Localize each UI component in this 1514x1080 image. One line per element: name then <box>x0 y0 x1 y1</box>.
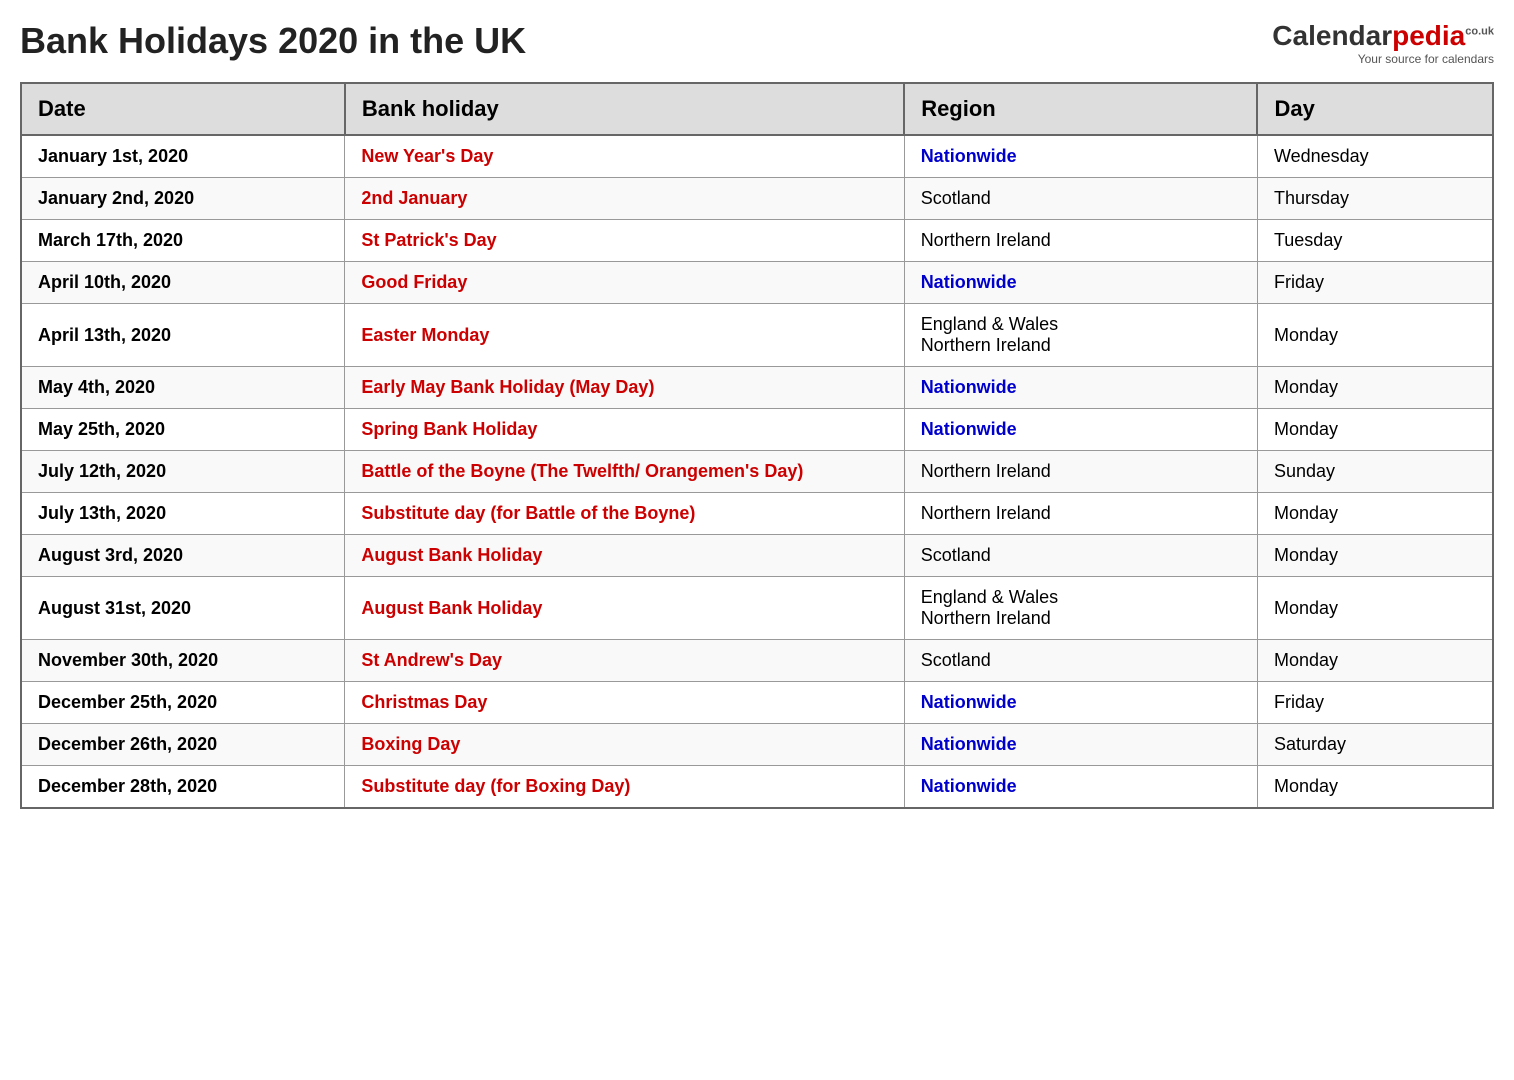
day-cell: Monday <box>1257 304 1493 367</box>
date-cell: January 2nd, 2020 <box>21 178 345 220</box>
table-row: March 17th, 2020St Patrick's DayNorthern… <box>21 220 1493 262</box>
date-cell: December 26th, 2020 <box>21 724 345 766</box>
date-cell: January 1st, 2020 <box>21 135 345 178</box>
region-cell: Nationwide <box>904 367 1257 409</box>
holiday-cell: Early May Bank Holiday (May Day) <box>345 367 904 409</box>
table-row: July 13th, 2020Substitute day (for Battl… <box>21 493 1493 535</box>
region-cell: Northern Ireland <box>904 451 1257 493</box>
table-row: November 30th, 2020St Andrew's DayScotla… <box>21 640 1493 682</box>
holiday-cell: Substitute day (for Boxing Day) <box>345 766 904 809</box>
holiday-cell: St Patrick's Day <box>345 220 904 262</box>
holiday-cell: Battle of the Boyne (The Twelfth/ Orange… <box>345 451 904 493</box>
day-cell: Friday <box>1257 262 1493 304</box>
day-cell: Monday <box>1257 766 1493 809</box>
day-cell: Monday <box>1257 367 1493 409</box>
date-cell: November 30th, 2020 <box>21 640 345 682</box>
date-cell: July 13th, 2020 <box>21 493 345 535</box>
day-cell: Saturday <box>1257 724 1493 766</box>
day-cell: Monday <box>1257 577 1493 640</box>
holidays-table: Date Bank holiday Region Day January 1st… <box>20 82 1494 809</box>
region-cell: Scotland <box>904 640 1257 682</box>
day-cell: Monday <box>1257 640 1493 682</box>
region-cell: Nationwide <box>904 409 1257 451</box>
day-cell: Monday <box>1257 535 1493 577</box>
table-row: January 1st, 2020New Year's DayNationwid… <box>21 135 1493 178</box>
logo-tld: co.uk <box>1465 26 1494 38</box>
date-cell: May 4th, 2020 <box>21 367 345 409</box>
header: Bank Holidays 2020 in the UK Calendarped… <box>20 20 1494 66</box>
date-cell: April 13th, 2020 <box>21 304 345 367</box>
holiday-cell: 2nd January <box>345 178 904 220</box>
date-cell: March 17th, 2020 <box>21 220 345 262</box>
day-cell: Sunday <box>1257 451 1493 493</box>
region-cell: Northern Ireland <box>904 220 1257 262</box>
col-header-day: Day <box>1257 83 1493 135</box>
table-row: December 25th, 2020Christmas DayNationwi… <box>21 682 1493 724</box>
table-row: December 26th, 2020Boxing DayNationwideS… <box>21 724 1493 766</box>
col-header-date: Date <box>21 83 345 135</box>
region-cell: Nationwide <box>904 135 1257 178</box>
date-cell: December 25th, 2020 <box>21 682 345 724</box>
day-cell: Tuesday <box>1257 220 1493 262</box>
table-row: July 12th, 2020Battle of the Boyne (The … <box>21 451 1493 493</box>
date-cell: July 12th, 2020 <box>21 451 345 493</box>
holiday-cell: August Bank Holiday <box>345 577 904 640</box>
region-cell: Nationwide <box>904 766 1257 809</box>
region-cell: Nationwide <box>904 724 1257 766</box>
day-cell: Monday <box>1257 493 1493 535</box>
holiday-cell: Easter Monday <box>345 304 904 367</box>
table-row: May 4th, 2020Early May Bank Holiday (May… <box>21 367 1493 409</box>
col-header-region: Region <box>904 83 1257 135</box>
holiday-cell: Good Friday <box>345 262 904 304</box>
table-row: April 13th, 2020Easter MondayEngland & W… <box>21 304 1493 367</box>
day-cell: Friday <box>1257 682 1493 724</box>
region-cell: Scotland <box>904 178 1257 220</box>
region-cell: Nationwide <box>904 682 1257 724</box>
region-cell: Scotland <box>904 535 1257 577</box>
day-cell: Thursday <box>1257 178 1493 220</box>
logo-text: Calendarpediaco.uk <box>1272 20 1494 52</box>
holiday-cell: Boxing Day <box>345 724 904 766</box>
logo-highlight: pedia <box>1392 20 1465 51</box>
table-row: December 28th, 2020Substitute day (for B… <box>21 766 1493 809</box>
date-cell: August 31st, 2020 <box>21 577 345 640</box>
table-header-row: Date Bank holiday Region Day <box>21 83 1493 135</box>
day-cell: Monday <box>1257 409 1493 451</box>
date-cell: August 3rd, 2020 <box>21 535 345 577</box>
holiday-cell: Christmas Day <box>345 682 904 724</box>
holiday-cell: New Year's Day <box>345 135 904 178</box>
holiday-cell: St Andrew's Day <box>345 640 904 682</box>
date-cell: December 28th, 2020 <box>21 766 345 809</box>
logo: Calendarpediaco.uk Your source for calen… <box>1272 20 1494 66</box>
table-row: August 3rd, 2020August Bank HolidayScotl… <box>21 535 1493 577</box>
region-cell: England & WalesNorthern Ireland <box>904 304 1257 367</box>
region-cell: Northern Ireland <box>904 493 1257 535</box>
region-cell: England & WalesNorthern Ireland <box>904 577 1257 640</box>
holiday-cell: Substitute day (for Battle of the Boyne) <box>345 493 904 535</box>
table-row: May 25th, 2020Spring Bank HolidayNationw… <box>21 409 1493 451</box>
table-row: April 10th, 2020Good FridayNationwideFri… <box>21 262 1493 304</box>
holiday-cell: Spring Bank Holiday <box>345 409 904 451</box>
date-cell: May 25th, 2020 <box>21 409 345 451</box>
page-title: Bank Holidays 2020 in the UK <box>20 20 526 62</box>
table-row: August 31st, 2020August Bank HolidayEngl… <box>21 577 1493 640</box>
date-cell: April 10th, 2020 <box>21 262 345 304</box>
day-cell: Wednesday <box>1257 135 1493 178</box>
col-header-holiday: Bank holiday <box>345 83 904 135</box>
logo-sub: Your source for calendars <box>1272 52 1494 66</box>
holiday-cell: August Bank Holiday <box>345 535 904 577</box>
table-row: January 2nd, 20202nd JanuaryScotlandThur… <box>21 178 1493 220</box>
region-cell: Nationwide <box>904 262 1257 304</box>
